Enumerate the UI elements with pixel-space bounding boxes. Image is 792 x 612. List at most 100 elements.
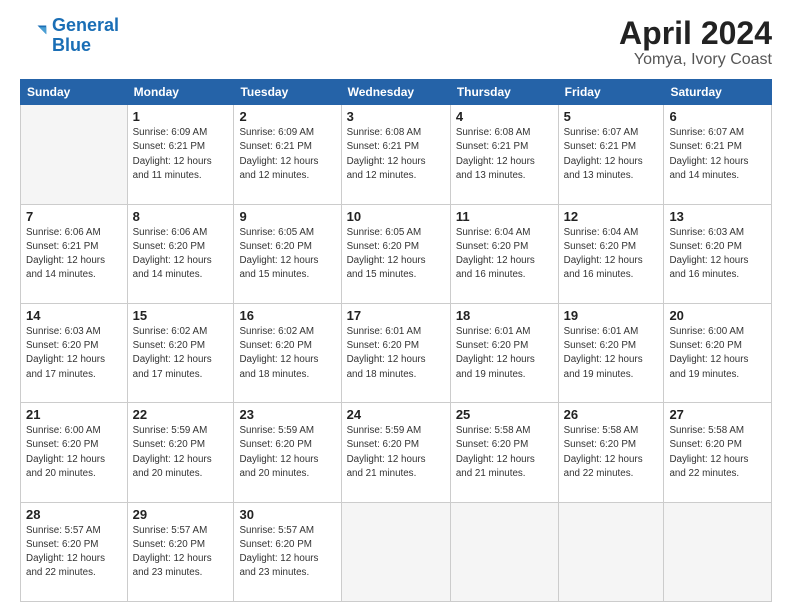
cell-daylight-info: Sunrise: 5:57 AM Sunset: 6:20 PM Dayligh… — [239, 524, 335, 581]
cell-day-number: 12 — [564, 209, 659, 224]
calendar-cell: 1 Sunrise: 6:09 AM Sunset: 6:21 PM Daylig… — [127, 105, 234, 204]
calendar-cell: 24 Sunrise: 5:59 AM Sunset: 6:20 PM Dayli… — [341, 403, 450, 502]
calendar-cell: 5Sunrise: 6:07 AM Sunset: 6:21 PM Daylig… — [558, 105, 664, 204]
calendar-cell: 10 Sunrise: 6:05 AM Sunset: 6:20 PM Dayli… — [341, 204, 450, 303]
cell-daylight-info: Sunrise: 6:06 AM Sunset: 6:21 PM Dayligh… — [26, 226, 122, 283]
cell-daylight-info: Sunrise: 6:08 AM Sunset: 6:21 PM Dayligh… — [456, 126, 553, 183]
cell-day-number: 30 — [239, 507, 335, 522]
cell-daylight-info: Sunrise: 6:01 AM Sunset: 6:20 PM Dayligh… — [347, 325, 445, 382]
cell-daylight-info: Sunrise: 6:01 AM Sunset: 6:20 PM Dayligh… — [564, 325, 659, 382]
calendar-cell — [21, 105, 128, 204]
calendar-cell: 8Sunrise: 6:06 AM Sunset: 6:20 PM Daylig… — [127, 204, 234, 303]
week-row-2: 14Sunrise: 6:03 AM Sunset: 6:20 PM Dayli… — [21, 303, 772, 402]
weekday-tuesday: Tuesday — [234, 80, 341, 105]
week-row-1: 7Sunrise: 6:06 AM Sunset: 6:21 PM Daylig… — [21, 204, 772, 303]
cell-day-number: 25 — [456, 407, 553, 422]
calendar-cell: 27Sunrise: 5:58 AM Sunset: 6:20 PM Dayli… — [664, 403, 772, 502]
weekday-monday: Monday — [127, 80, 234, 105]
cell-day-number: 26 — [564, 407, 659, 422]
cell-day-number: 4 — [456, 109, 553, 124]
cell-day-number: 24 — [347, 407, 445, 422]
calendar-cell — [450, 502, 558, 601]
calendar-cell — [664, 502, 772, 601]
calendar-subtitle: Yomya, Ivory Coast — [619, 51, 772, 69]
calendar-cell: 9 Sunrise: 6:05 AM Sunset: 6:20 PM Daylig… — [234, 204, 341, 303]
cell-daylight-info: Sunrise: 5:58 AM Sunset: 6:20 PM Dayligh… — [669, 424, 766, 481]
cell-daylight-info: Sunrise: 5:58 AM Sunset: 6:20 PM Dayligh… — [456, 424, 553, 481]
cell-daylight-info: Sunrise: 5:59 AM Sunset: 6:20 PM Dayligh… — [347, 424, 445, 481]
page: General Blue April 2024 Yomya, Ivory Coa… — [0, 0, 792, 612]
weekday-thursday: Thursday — [450, 80, 558, 105]
calendar-cell: 7Sunrise: 6:06 AM Sunset: 6:21 PM Daylig… — [21, 204, 128, 303]
calendar-cell: 15Sunrise: 6:02 AM Sunset: 6:20 PM Dayli… — [127, 303, 234, 402]
cell-day-number: 21 — [26, 407, 122, 422]
calendar-cell: 20Sunrise: 6:00 AM Sunset: 6:20 PM Dayli… — [664, 303, 772, 402]
cell-daylight-info: Sunrise: 6:09 AM Sunset: 6:21 PM Dayligh… — [133, 126, 229, 183]
cell-day-number: 28 — [26, 507, 122, 522]
calendar-title: April 2024 — [619, 16, 772, 51]
calendar-cell: 19 Sunrise: 6:01 AM Sunset: 6:20 PM Dayli… — [558, 303, 664, 402]
calendar-cell — [341, 502, 450, 601]
cell-day-number: 11 — [456, 209, 553, 224]
calendar-cell: 18Sunrise: 6:01 AM Sunset: 6:20 PM Dayli… — [450, 303, 558, 402]
calendar-cell: 17 Sunrise: 6:01 AM Sunset: 6:20 PM Dayli… — [341, 303, 450, 402]
cell-daylight-info: Sunrise: 6:03 AM Sunset: 6:20 PM Dayligh… — [669, 226, 766, 283]
cell-day-number: 3 — [347, 109, 445, 124]
week-row-0: 1 Sunrise: 6:09 AM Sunset: 6:21 PM Daylig… — [21, 105, 772, 204]
cell-day-number: 10 — [347, 209, 445, 224]
cell-daylight-info: Sunrise: 6:05 AM Sunset: 6:20 PM Dayligh… — [347, 226, 445, 283]
calendar-table: Sunday Monday Tuesday Wednesday Thursday… — [20, 79, 772, 602]
calendar-cell: 16Sunrise: 6:02 AM Sunset: 6:20 PM Dayli… — [234, 303, 341, 402]
weekday-saturday: Saturday — [664, 80, 772, 105]
logo: General Blue — [20, 16, 119, 56]
calendar-cell: 4 Sunrise: 6:08 AM Sunset: 6:21 PM Daylig… — [450, 105, 558, 204]
cell-day-number: 9 — [239, 209, 335, 224]
cell-day-number: 16 — [239, 308, 335, 323]
calendar-cell — [558, 502, 664, 601]
logo-icon — [20, 22, 48, 50]
cell-daylight-info: Sunrise: 6:03 AM Sunset: 6:20 PM Dayligh… — [26, 325, 122, 382]
cell-daylight-info: Sunrise: 6:04 AM Sunset: 6:20 PM Dayligh… — [564, 226, 659, 283]
weekday-sunday: Sunday — [21, 80, 128, 105]
cell-day-number: 8 — [133, 209, 229, 224]
cell-daylight-info: Sunrise: 5:59 AM Sunset: 6:20 PM Dayligh… — [133, 424, 229, 481]
cell-day-number: 22 — [133, 407, 229, 422]
calendar-cell: 30 Sunrise: 5:57 AM Sunset: 6:20 PM Dayli… — [234, 502, 341, 601]
calendar-cell: 12 Sunrise: 6:04 AM Sunset: 6:20 PM Dayli… — [558, 204, 664, 303]
cell-daylight-info: Sunrise: 6:05 AM Sunset: 6:20 PM Dayligh… — [239, 226, 335, 283]
cell-daylight-info: Sunrise: 6:09 AM Sunset: 6:21 PM Dayligh… — [239, 126, 335, 183]
calendar-body: 1 Sunrise: 6:09 AM Sunset: 6:21 PM Daylig… — [21, 105, 772, 602]
header: General Blue April 2024 Yomya, Ivory Coa… — [20, 16, 772, 69]
weekday-friday: Friday — [558, 80, 664, 105]
cell-day-number: 23 — [239, 407, 335, 422]
title-block: April 2024 Yomya, Ivory Coast — [619, 16, 772, 69]
cell-day-number: 19 — [564, 308, 659, 323]
logo-line2: Blue — [52, 35, 91, 55]
cell-day-number: 20 — [669, 308, 766, 323]
logo-text: General Blue — [52, 16, 119, 56]
calendar-cell: 11Sunrise: 6:04 AM Sunset: 6:20 PM Dayli… — [450, 204, 558, 303]
cell-day-number: 1 — [133, 109, 229, 124]
weekday-wednesday: Wednesday — [341, 80, 450, 105]
cell-daylight-info: Sunrise: 6:02 AM Sunset: 6:20 PM Dayligh… — [133, 325, 229, 382]
cell-day-number: 6 — [669, 109, 766, 124]
cell-day-number: 5 — [564, 109, 659, 124]
cell-day-number: 2 — [239, 109, 335, 124]
calendar-cell: 26 Sunrise: 5:58 AM Sunset: 6:20 PM Dayli… — [558, 403, 664, 502]
cell-daylight-info: Sunrise: 5:57 AM Sunset: 6:20 PM Dayligh… — [26, 524, 122, 581]
cell-daylight-info: Sunrise: 5:57 AM Sunset: 6:20 PM Dayligh… — [133, 524, 229, 581]
calendar-cell: 28 Sunrise: 5:57 AM Sunset: 6:20 PM Dayli… — [21, 502, 128, 601]
cell-day-number: 17 — [347, 308, 445, 323]
calendar-cell: 3Sunrise: 6:08 AM Sunset: 6:21 PM Daylig… — [341, 105, 450, 204]
calendar-header: Sunday Monday Tuesday Wednesday Thursday… — [21, 80, 772, 105]
calendar-cell: 25 Sunrise: 5:58 AM Sunset: 6:20 PM Dayli… — [450, 403, 558, 502]
calendar-cell: 14Sunrise: 6:03 AM Sunset: 6:20 PM Dayli… — [21, 303, 128, 402]
week-row-3: 21Sunrise: 6:00 AM Sunset: 6:20 PM Dayli… — [21, 403, 772, 502]
calendar-cell: 13 Sunrise: 6:03 AM Sunset: 6:20 PM Dayli… — [664, 204, 772, 303]
cell-daylight-info: Sunrise: 5:58 AM Sunset: 6:20 PM Dayligh… — [564, 424, 659, 481]
logo-line1: General — [52, 15, 119, 35]
calendar-cell: 2 Sunrise: 6:09 AM Sunset: 6:21 PM Daylig… — [234, 105, 341, 204]
cell-day-number: 29 — [133, 507, 229, 522]
calendar-cell: 22 Sunrise: 5:59 AM Sunset: 6:20 PM Dayli… — [127, 403, 234, 502]
cell-day-number: 13 — [669, 209, 766, 224]
